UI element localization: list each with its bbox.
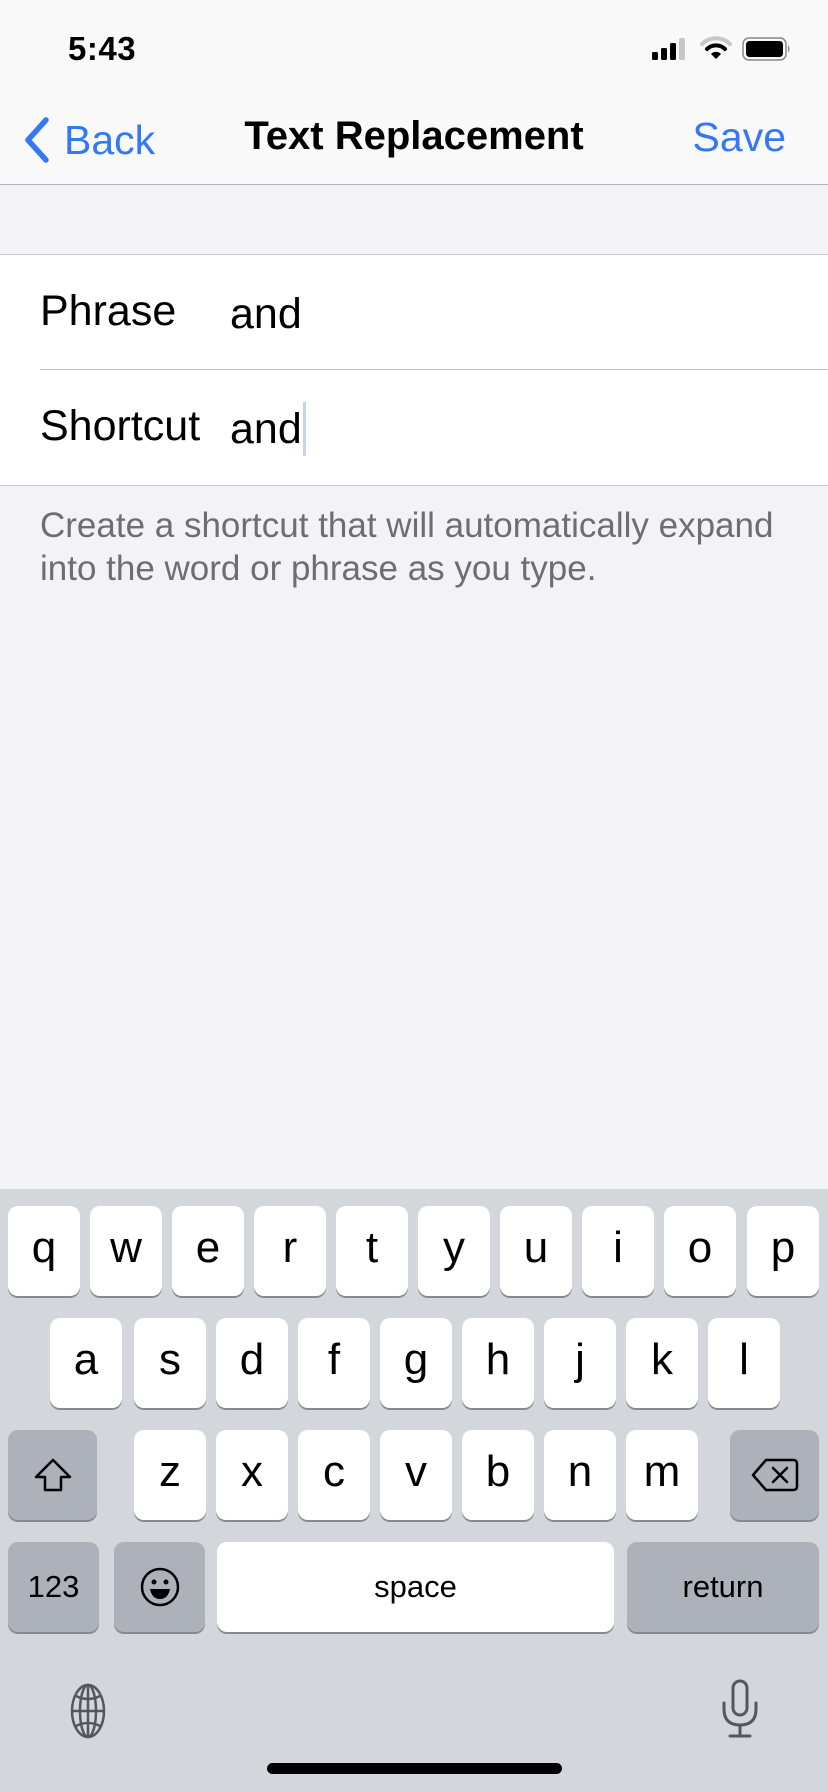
key-i[interactable]: i [582,1206,654,1296]
key-b[interactable]: b [462,1430,534,1520]
key-j[interactable]: j [544,1318,616,1408]
key-o[interactable]: o [664,1206,736,1296]
home-indicator[interactable] [267,1763,562,1774]
key-k[interactable]: k [626,1318,698,1408]
phrase-row: Phrase [0,255,828,370]
text-replacement-form: Phrase Shortcut [0,254,828,486]
key-f[interactable]: f [298,1318,370,1408]
emoji-icon [140,1567,179,1607]
save-button[interactable]: Save [693,114,786,161]
key-p[interactable]: p [747,1206,819,1296]
chevron-left-icon [25,117,49,163]
back-label: Back [64,116,156,163]
key-h[interactable]: h [462,1318,534,1408]
shortcut-row: Shortcut [0,370,828,485]
cellular-signal-icon [652,38,685,60]
microphone-icon[interactable] [718,1679,762,1743]
status-bar: 5:43 [0,0,828,95]
numbers-key[interactable]: 123 [8,1542,99,1632]
shortcut-field[interactable] [230,405,790,454]
return-key[interactable]: return [627,1542,819,1632]
key-g[interactable]: g [380,1318,452,1408]
key-u[interactable]: u [500,1206,572,1296]
key-r[interactable]: r [254,1206,326,1296]
key-w[interactable]: w [90,1206,162,1296]
delete-backward-icon [751,1458,798,1492]
delete-key[interactable] [730,1430,819,1520]
emoji-key[interactable] [114,1542,205,1632]
battery-icon [742,37,790,61]
key-e[interactable]: e [172,1206,244,1296]
back-button[interactable]: Back [24,115,155,165]
key-s[interactable]: s [134,1318,206,1408]
status-time: 5:43 [68,30,137,67]
key-a[interactable]: a [50,1318,122,1408]
phrase-field[interactable] [230,290,790,339]
key-x[interactable]: x [216,1430,288,1520]
phrase-label: Phrase [40,287,177,335]
space-key[interactable]: space [217,1542,614,1632]
key-q[interactable]: q [8,1206,80,1296]
key-m[interactable]: m [626,1430,698,1520]
key-c[interactable]: c [298,1430,370,1520]
key-z[interactable]: z [134,1430,206,1520]
wifi-icon [700,36,732,59]
key-t[interactable]: t [336,1206,408,1296]
shift-key[interactable] [8,1430,97,1520]
key-y[interactable]: y [418,1206,490,1296]
footer-note: Create a shortcut that will automaticall… [40,506,774,588]
key-l[interactable]: l [708,1318,780,1408]
text-cursor [303,402,306,456]
globe-icon[interactable] [60,1683,116,1739]
navigation-bar: Text Replacement Back Save [0,95,828,185]
keyboard: q w e r t y u i o p a s d f g h j k l z … [0,1189,828,1792]
key-d[interactable]: d [216,1318,288,1408]
key-v[interactable]: v [380,1430,452,1520]
key-n[interactable]: n [544,1430,616,1520]
shortcut-label: Shortcut [40,402,201,450]
shift-icon [34,1458,71,1492]
